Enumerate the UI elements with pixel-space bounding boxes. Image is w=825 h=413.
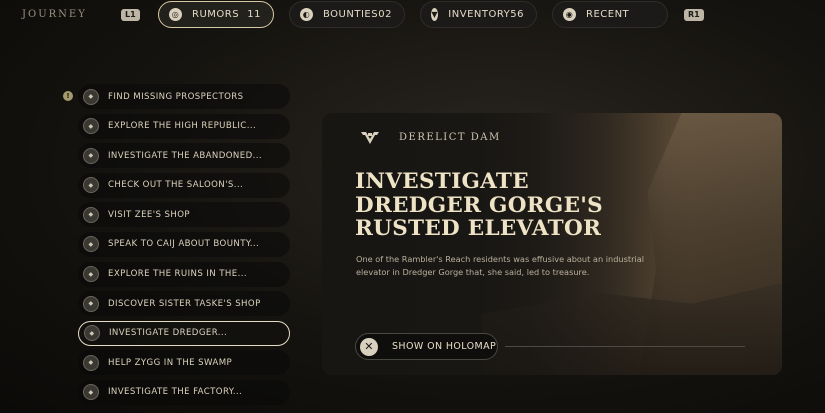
list-item[interactable]: ◆ EXPLORE THE HIGH REPUBLIC... — [78, 113, 290, 139]
tab-rumors-label: RUMORS — [192, 9, 240, 20]
bounties-icon: ◐ — [300, 8, 313, 21]
list-item-label: SPEAK TO CAIJ ABOUT BOUNTY... — [108, 239, 260, 250]
r1-button-hint[interactable]: R1 — [684, 9, 704, 21]
list-item[interactable]: ◆ INVESTIGATE THE ABANDONED... — [78, 143, 290, 169]
list-item[interactable]: ◆ CHECK OUT THE SALOON'S... — [78, 172, 290, 198]
rumor-icon: ◆ — [83, 118, 99, 135]
tab-bounties-label: BOUNTIES — [323, 9, 379, 20]
tab-recent-label: RECENT — [586, 9, 630, 20]
l1-button-hint[interactable]: L1 — [121, 9, 140, 21]
divider-line — [505, 346, 745, 347]
list-item-label: INVESTIGATE DREDGER... — [109, 328, 228, 339]
tab-inventory-label: INVENTORY — [448, 9, 511, 20]
rumor-icon: ◆ — [83, 295, 99, 312]
recent-icon: ◉ — [563, 8, 576, 21]
tab-rumors[interactable]: ◎ RUMORS 11 — [158, 1, 274, 28]
rumor-icon: ◆ — [83, 354, 99, 371]
rumor-icon: ◆ — [83, 266, 99, 283]
list-item[interactable]: ◆ SPEAK TO CAIJ ABOUT BOUNTY... — [78, 231, 290, 257]
list-item-label: EXPLORE THE RUINS IN THE... — [108, 269, 247, 280]
list-item[interactable]: ◆ HELP ZYGG IN THE SWAMP — [78, 350, 290, 376]
tab-inventory[interactable]: ▼ INVENTORY 56 — [420, 1, 537, 28]
list-item[interactable]: ◆ VISIT ZEE'S SHOP — [78, 202, 290, 228]
list-item-label: EXPLORE THE HIGH REPUBLIC... — [108, 121, 257, 132]
rumor-icon: ◆ — [84, 325, 100, 342]
location-name: DERELICT DAM — [399, 132, 501, 143]
rumor-title: INVESTIGATE DREDGER GORGE'S RUSTED ELEVA… — [355, 169, 603, 241]
list-item[interactable]: ◆ FIND MISSING PROSPECTORS — [78, 84, 290, 109]
tab-inventory-count: 56 — [510, 9, 524, 20]
location-emblem-icon — [361, 132, 379, 144]
list-item-label: VISIT ZEE'S SHOP — [108, 209, 190, 220]
rumor-icon: ◆ — [83, 236, 99, 253]
top-navigation-bar: JOURNEY L1 ◎ RUMORS 11 ◐ BOUNTIES 02 ▼ I… — [0, 0, 825, 32]
rumor-description: One of the Rambler's Reach residents was… — [356, 254, 645, 277]
rumor-icon: ◆ — [83, 147, 99, 164]
tab-bounties[interactable]: ◐ BOUNTIES 02 — [289, 1, 405, 28]
lightbulb-hint-icon: ! — [63, 91, 73, 101]
list-item-selected[interactable]: ◆ INVESTIGATE DREDGER... — [78, 320, 290, 346]
list-item-label: INVESTIGATE THE FACTORY... — [108, 387, 243, 398]
list-item[interactable]: ◆ DISCOVER SISTER TASKE'S SHOP — [78, 291, 290, 317]
rumor-icon: ◆ — [83, 88, 99, 105]
rumor-icon: ◆ — [83, 177, 99, 194]
list-item-label: DISCOVER SISTER TASKE'S SHOP — [108, 298, 261, 309]
rumors-icon: ◎ — [169, 8, 182, 21]
list-item-label: HELP ZYGG IN THE SWAMP — [108, 357, 233, 368]
tab-recent[interactable]: ◉ RECENT — [552, 1, 668, 28]
inventory-icon: ▼ — [431, 8, 439, 21]
show-on-holomap-label: SHOW ON HOLOMAP — [392, 341, 497, 352]
list-item[interactable]: ◆ INVESTIGATE THE FACTORY... — [78, 379, 290, 405]
show-on-holomap-button[interactable]: ✕ SHOW ON HOLOMAP — [355, 333, 498, 360]
list-item[interactable]: ◆ EXPLORE THE RUINS IN THE... — [78, 261, 290, 287]
journey-title: JOURNEY — [22, 9, 87, 20]
tab-rumors-count: 11 — [247, 9, 261, 20]
rumor-icon: ◆ — [83, 206, 99, 223]
rumor-icon: ◆ — [83, 384, 99, 401]
tab-bounties-count: 02 — [378, 9, 392, 20]
list-item-label: FIND MISSING PROSPECTORS — [108, 91, 244, 102]
list-item-label: CHECK OUT THE SALOON'S... — [108, 180, 244, 191]
x-button-icon: ✕ — [360, 337, 378, 356]
rumors-list: ◆ FIND MISSING PROSPECTORS ◆ EXPLORE THE… — [78, 84, 290, 410]
list-item-label: INVESTIGATE THE ABANDONED... — [108, 150, 262, 161]
